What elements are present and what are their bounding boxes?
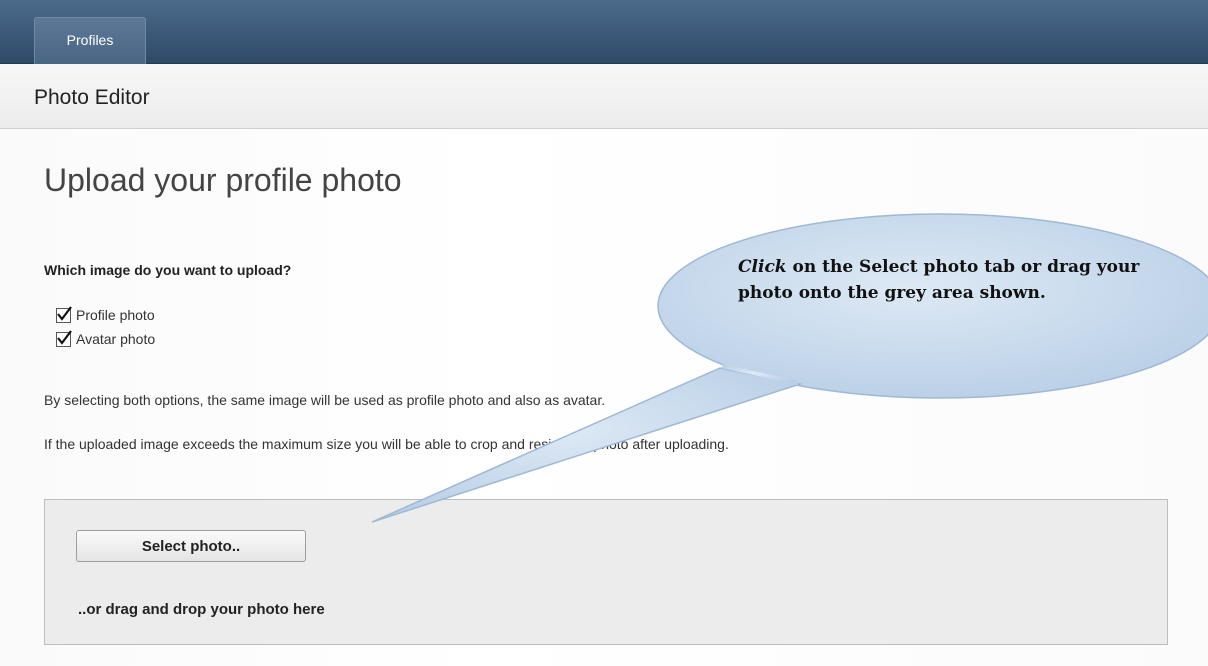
callout-emphasis: Click — [738, 257, 787, 277]
callout-bubble — [371, 213, 1208, 523]
callout-body: on the Select photo tab or drag your pho… — [738, 257, 1140, 303]
callout-text: Click on the Select photo tab or drag yo… — [738, 254, 1178, 306]
